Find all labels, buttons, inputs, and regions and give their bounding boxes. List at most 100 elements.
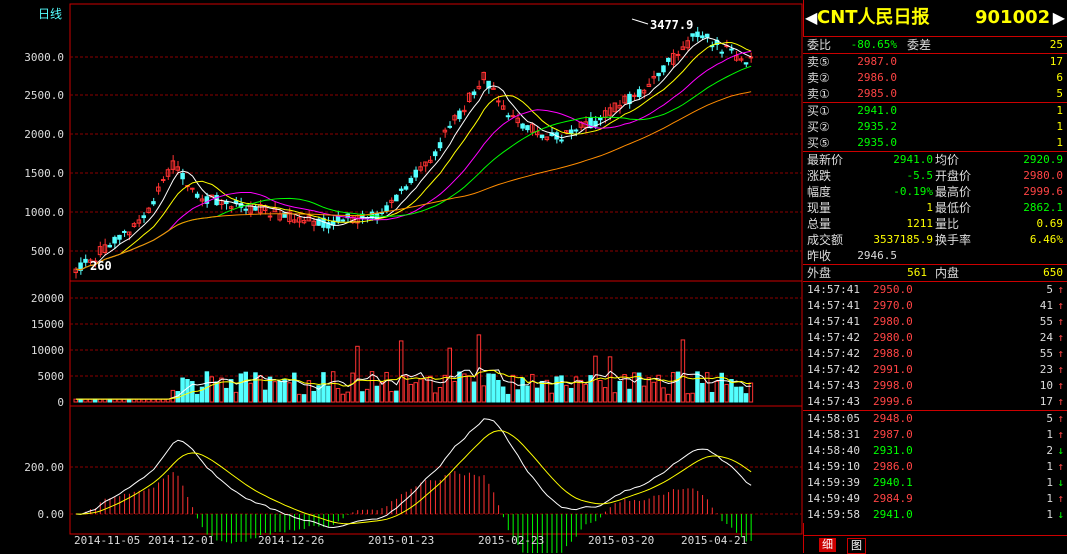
candle-body xyxy=(666,57,671,62)
price-tick: 3000.0 xyxy=(24,51,64,64)
date-label: 2015-02-23 xyxy=(478,534,544,547)
candle-body xyxy=(539,134,545,139)
next-stock-icon[interactable]: ▶ xyxy=(1053,0,1065,36)
stat-row: 最新价 2941.0 均价 2920.9 xyxy=(807,153,1063,167)
candle-body xyxy=(432,151,438,157)
candle-body xyxy=(253,206,258,211)
bottom-tabs: 细 图 xyxy=(803,535,1067,554)
volume-bar xyxy=(500,386,506,403)
date-axis: 2014-11-05 2014-12-01 2014-12-26 2015-01-23… xyxy=(74,534,747,547)
date-label: 2015-04-21 xyxy=(681,534,747,547)
date-label: 2014-12-01 xyxy=(148,534,214,547)
candle-body xyxy=(700,35,705,39)
date-label: 2015-01-23 xyxy=(368,534,434,547)
volume-bar xyxy=(525,385,530,403)
volume-bar xyxy=(185,378,190,403)
trade-row[interactable]: 14:57:41 2970.0 41 ↑ xyxy=(803,298,1067,314)
trade-row[interactable]: 14:57:42 2988.0 55 ↑ xyxy=(803,346,1067,362)
trade-row[interactable]: 14:58:31 2987.0 1 ↑ xyxy=(803,427,1067,443)
volume-bar xyxy=(374,385,380,403)
ask-row: 卖① 2985.0 5 xyxy=(807,87,1063,101)
candle-body xyxy=(180,172,185,180)
volume-bar xyxy=(734,386,739,403)
volume-bar xyxy=(301,394,307,403)
candle-body xyxy=(636,89,642,98)
candle-body xyxy=(568,129,574,134)
volume-bar xyxy=(709,391,715,403)
stat-row: 现量 1 最低价 2862.1 xyxy=(807,201,1063,215)
volume-tick: 0 xyxy=(57,396,64,409)
trade-row[interactable]: 14:57:43 2999.6 17 ↑ xyxy=(803,394,1067,411)
trade-row[interactable]: 14:58:40 2931.0 2 ↓ xyxy=(803,443,1067,459)
price-tick: 2000.0 xyxy=(24,128,64,141)
stat-row: 总量 1211 量比 0.69 xyxy=(807,217,1063,231)
volume-bar xyxy=(277,381,282,403)
volume-bar xyxy=(515,389,520,403)
quote-panel: 委比 -80.65% 委差 25 卖⑤ 2987.0 17 卖② 2986.0 6 卖① 29… xyxy=(803,37,1067,523)
bid-list: 买① 2941.0 1 买② 2935.2 1 买⑤ 2935.0 1 xyxy=(803,103,1067,152)
trade-row[interactable]: 14:57:43 2998.0 10 ↑ xyxy=(803,378,1067,394)
price-tick: 500.0 xyxy=(31,245,64,258)
bid-row: 买⑤ 2935.0 1 xyxy=(807,136,1063,150)
trade-row[interactable]: 14:57:42 2991.0 23 ↑ xyxy=(803,362,1067,378)
prev-stock-icon[interactable]: ◀ xyxy=(805,0,817,36)
tab-chart[interactable]: 图 xyxy=(847,538,866,554)
trade-row[interactable]: 14:59:49 2984.9 1 ↑ xyxy=(803,491,1067,507)
ask-row: 卖② 2986.0 6 xyxy=(807,71,1063,85)
volume-bar xyxy=(496,379,501,403)
volume-bar xyxy=(491,373,496,403)
candle-body xyxy=(437,142,443,149)
volume-tick: 10000 xyxy=(31,344,64,357)
volume-bar xyxy=(394,390,399,403)
volume-bar xyxy=(180,377,185,403)
macd-tick: 200.00 xyxy=(24,461,64,474)
volume-tick: 5000 xyxy=(38,370,65,383)
trade-row[interactable]: 14:59:39 2940.1 1 ↓ xyxy=(803,475,1067,491)
price-tick: 1000.0 xyxy=(24,206,64,219)
candle-body xyxy=(403,186,409,190)
date-label: 2014-11-05 xyxy=(74,534,140,547)
candle-body xyxy=(695,31,700,38)
trade-row[interactable]: 14:59:58 2941.0 1 ↓ xyxy=(803,507,1067,523)
bid-row: 买① 2941.0 1 xyxy=(807,104,1063,118)
volume-bar xyxy=(326,385,331,403)
candle-body xyxy=(194,193,200,198)
trade-row[interactable]: 14:57:41 2950.0 5 ↑ xyxy=(803,282,1067,298)
candle-body xyxy=(559,139,564,142)
candle-body xyxy=(151,201,156,205)
candle-body xyxy=(656,72,661,77)
volume-bar xyxy=(554,376,559,403)
volume-tick: 20000 xyxy=(31,292,64,305)
volume-bar xyxy=(311,390,316,403)
candle-body xyxy=(141,215,146,219)
trade-row[interactable]: 14:59:10 2986.0 1 ↑ xyxy=(803,459,1067,475)
volume-bar xyxy=(194,393,200,403)
candle-body xyxy=(525,125,530,131)
trade-row[interactable]: 14:57:42 2980.0 24 ↑ xyxy=(803,330,1067,346)
volume-bar xyxy=(292,372,297,403)
candle-body xyxy=(384,205,389,212)
volume-bar xyxy=(253,372,258,403)
trade-list[interactable]: 14:57:41 2950.0 5 ↑ 14:57:41 2970.0 41 ↑ 14:57:4… xyxy=(803,282,1067,523)
period-label[interactable]: 日线 xyxy=(38,7,62,21)
stock-code: 901002 xyxy=(975,7,1051,28)
price-tick: 1500.0 xyxy=(24,167,64,180)
volume-bar xyxy=(617,380,622,403)
candle-body xyxy=(675,53,681,56)
trade-row[interactable]: 14:57:41 2980.0 55 ↑ xyxy=(803,314,1067,330)
price-tick: 2500.0 xyxy=(24,89,64,102)
volume-bar xyxy=(486,373,491,403)
candle-body xyxy=(408,177,414,183)
kline-chart-area[interactable]: 3000.0 2500.0 2000.0 1500.0 1000.0 500.0 20000… xyxy=(0,0,803,553)
candle-body xyxy=(83,258,88,263)
candle-body xyxy=(743,62,749,65)
ask-row: 卖⑤ 2987.0 17 xyxy=(807,55,1063,69)
candle-body xyxy=(729,48,734,51)
candle-body xyxy=(267,215,273,218)
candle-body xyxy=(335,215,341,222)
tab-detail[interactable]: 细 xyxy=(819,538,836,552)
volume-bar xyxy=(457,371,462,403)
trade-row[interactable]: 14:58:05 2948.0 5 ↑ xyxy=(803,411,1067,427)
volume-tick: 15000 xyxy=(31,318,64,331)
volume-bar xyxy=(214,381,219,403)
